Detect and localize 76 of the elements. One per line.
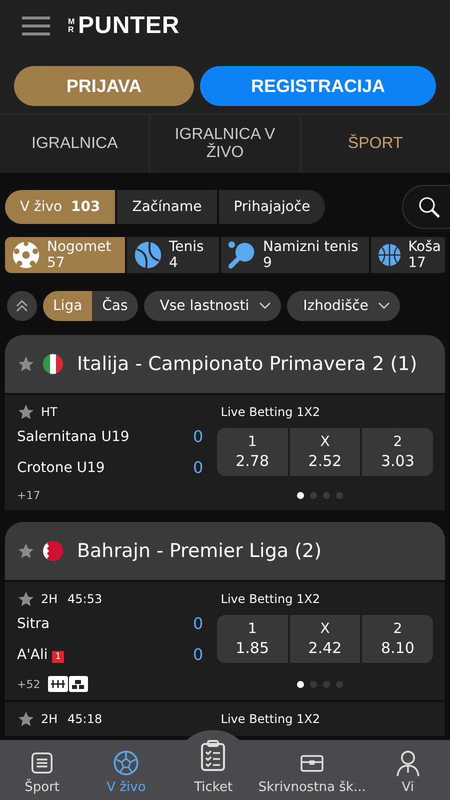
star-icon[interactable] [17,710,35,728]
match-period: 2H [41,592,58,606]
page-dot[interactable] [310,492,317,499]
odds-button[interactable]: 2 3.03 [362,428,434,476]
team-score: 0 [193,645,204,664]
sending-off-count: 1 [52,650,64,662]
person-icon [394,749,422,777]
nav-item[interactable]: Skrivnostna šk... [258,740,366,800]
more-markets-count[interactable]: +17 [17,489,40,502]
lineup-icon[interactable] [48,676,88,692]
more-markets-count[interactable]: +52 [17,678,40,690]
odds-button[interactable]: X 2.42 [290,615,360,663]
chevron-down-icon [378,302,390,310]
odds-button[interactable]: X 2.52 [290,428,360,476]
sport-chip[interactable]: Nogomet 57 [5,237,125,273]
page-dot[interactable] [336,680,343,688]
filter-tab[interactable]: Prihajajoče [218,190,326,224]
sport-chip[interactable]: Namizni tenis 9 [221,237,369,273]
logo: PUNTER [78,12,180,40]
odds-button[interactable]: 1 2.78 [217,428,288,476]
flag-icon [43,354,63,374]
market-label: Live Betting 1X2 [220,405,320,419]
page-dot[interactable] [323,680,330,688]
league-title: Bahrajn - Premier Liga (2) [77,540,322,562]
match-clock: 45:18 [66,712,102,726]
page-dot[interactable] [336,492,343,499]
team-name: Sitra [17,616,50,632]
market-label: Live Betting 1X2 [220,712,320,726]
sort-toggle[interactable]: Liga [43,291,92,321]
league-title: Italija - Campionato Primavera 2 (1) [77,353,418,375]
team-score: 0 [193,614,204,633]
team-name: A'Ali [17,646,48,662]
star-icon[interactable] [17,403,35,421]
flag-icon [43,541,63,561]
page-dot[interactable] [323,492,330,499]
sort-toggle[interactable]: Čas [92,291,138,321]
team-score: 0 [193,427,204,446]
tennis-icon [133,240,163,270]
match-period: 2H [41,712,58,726]
dropdown[interactable]: Izhodišče [287,291,400,321]
login-button[interactable]: PRIJAVA [14,66,194,106]
nav-item[interactable]: Šport [0,740,84,800]
sport-chip[interactable]: Tenis 4 [127,237,219,273]
page-dot[interactable] [297,680,304,688]
dropdown[interactable]: Vse lastnosti [144,291,282,321]
chevron-down-icon [259,302,272,310]
match-clock: 45:53 [66,592,102,606]
nav-tab[interactable]: ŠPORT [300,115,450,173]
market-label: Live Betting 1X2 [220,592,320,606]
star-icon[interactable] [17,542,35,560]
sport-chip[interactable]: Koša 17 [371,237,445,273]
team-name: Crotone U19 [17,460,105,476]
ball-icon [112,749,140,777]
match-period: HT [41,405,58,419]
filter-tab[interactable]: V živo 103 [5,190,116,224]
nav-item[interactable]: Vi [366,740,450,800]
page-dot[interactable] [297,492,304,499]
odds-button[interactable]: 2 8.10 [362,615,434,663]
odds-button[interactable]: 1 1.85 [217,615,288,663]
soccer-icon [11,240,41,270]
menu-icon[interactable] [22,16,50,36]
nav-tab[interactable]: IGRALNICA [0,115,150,173]
logo-prefix: MR [68,18,76,34]
star-icon[interactable] [17,355,35,373]
collapse-button[interactable] [7,291,37,321]
search-button[interactable] [402,185,450,229]
team-name: Salernitana U19 [17,428,130,444]
chevrons-up-icon [15,299,29,313]
pingpong-icon [227,240,257,270]
register-button[interactable]: REGISTRACIJA [200,66,436,106]
page-dot[interactable] [310,680,317,688]
team-score: 0 [193,458,204,477]
filter-tab[interactable]: Začíname [117,190,217,224]
star-icon[interactable] [17,590,35,608]
search-icon [417,195,441,219]
nav-tab[interactable]: IGRALNICA V ŽIVO [150,115,301,173]
